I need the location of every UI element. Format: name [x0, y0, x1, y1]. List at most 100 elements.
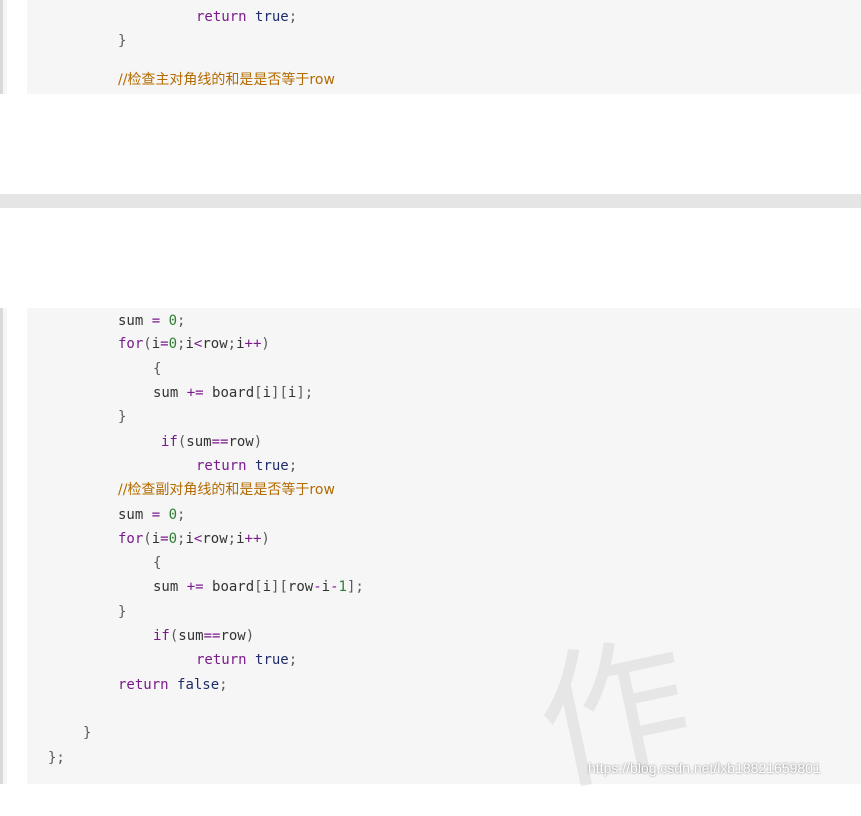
watermark-url: https://blog.csdn.net/lxb18821659801 [588, 760, 821, 776]
code-line: return true; [196, 5, 297, 29]
code-token: 0 [168, 531, 178, 547]
code-token: == [203, 628, 221, 644]
code-token: += [178, 385, 213, 401]
code-token: { [153, 555, 162, 571]
code-token: sum [153, 385, 179, 401]
code-token: ; [288, 9, 298, 25]
code-token: ; [288, 652, 298, 668]
code-token: ; [177, 313, 186, 329]
code-token: false [177, 677, 220, 693]
code-token: ) [261, 531, 270, 547]
code-token: { [153, 361, 162, 377]
code-line: return false; [118, 673, 228, 697]
code-line: { [153, 551, 161, 575]
code-token: ; [177, 507, 186, 523]
code-token: ; [227, 531, 237, 547]
code-token: 0 [168, 336, 178, 352]
code-line: for(i=0;i<row;i++) [118, 332, 270, 356]
code-token: ( [143, 336, 152, 352]
code-token: board [212, 579, 255, 595]
code-token: i [236, 336, 245, 352]
code-line: return true; [196, 454, 297, 478]
code-token: i [236, 531, 245, 547]
code-token: }; [48, 750, 65, 766]
code-token: true [255, 652, 289, 668]
code-line: }; [48, 746, 65, 770]
code-token: += [178, 579, 213, 595]
code-token: ( [143, 531, 152, 547]
code-token: 0 [168, 313, 178, 329]
code-token: return [118, 677, 169, 693]
code-token: ; [219, 677, 228, 693]
code-line: for(i=0;i<row;i++) [118, 527, 270, 551]
code-token: ++ [244, 531, 262, 547]
code-line: sum += board[i][row-i-1]; [153, 575, 364, 599]
code-line: } [118, 600, 126, 624]
code-token: row [202, 336, 228, 352]
code-token: - [313, 579, 322, 595]
code-line: sum = 0; [118, 309, 185, 333]
code-token: i [185, 531, 194, 547]
code-token: board [212, 385, 255, 401]
code-line: if(sum==row) [153, 624, 254, 648]
code-token: ) [245, 628, 255, 644]
code-token: sum [118, 313, 144, 329]
code-token: return [196, 9, 247, 25]
code-line: if(sum==row) [161, 430, 262, 454]
code-token: ; [227, 336, 237, 352]
code-line: //检查副对角线的和是是否等于row [118, 478, 335, 502]
code-token: } [83, 725, 92, 741]
code-token: } [118, 409, 127, 425]
code-token: return [196, 458, 247, 474]
code-token: true [255, 9, 289, 25]
code-token: true [255, 458, 289, 474]
code-token: row [287, 579, 314, 595]
code-token: return [196, 652, 247, 668]
code-line: sum += board[i][i]; [153, 381, 313, 405]
code-token: ++ [244, 336, 262, 352]
code-line: } [118, 29, 126, 53]
code-token: sum [178, 628, 204, 644]
code-line: //检查主对角线的和是是否等于row [118, 68, 335, 92]
code-line: return true; [196, 648, 297, 672]
code-token: i [321, 579, 331, 595]
code-token: == [211, 434, 229, 450]
code-token: sum [153, 579, 179, 595]
code-token: i [185, 336, 194, 352]
code-line: sum = 0; [118, 503, 185, 527]
code-token: if [153, 628, 170, 644]
code-line: } [118, 405, 126, 429]
code-token: for [118, 336, 144, 352]
code-token: ) [261, 336, 270, 352]
code-token: 1 [338, 579, 347, 595]
code-token: ][ [271, 579, 288, 595]
section-divider [0, 194, 861, 208]
code-token: 0 [168, 507, 178, 523]
code-token: i [262, 385, 272, 401]
code-token: } [118, 604, 127, 620]
code-token: - [330, 579, 339, 595]
code-token: sum [186, 434, 212, 450]
code-token: ][ [271, 385, 288, 401]
code-comment: //检查主对角线的和是是否等于row [118, 72, 335, 88]
code-token: row [202, 531, 228, 547]
code-line: { [153, 357, 161, 381]
code-token: = [143, 313, 169, 329]
code-line: } [83, 721, 91, 745]
code-token: for [118, 531, 144, 547]
code-token: i [151, 336, 161, 352]
code-token: [ [254, 385, 263, 401]
code-token: row [228, 434, 254, 450]
code-token: ]; [346, 579, 364, 595]
code-token: = [143, 507, 169, 523]
code-token: ) [253, 434, 263, 450]
code-token: } [118, 33, 127, 49]
code-token: ]; [296, 385, 314, 401]
code-token: [ [254, 579, 263, 595]
code-comment: //检查副对角线的和是是否等于row [118, 482, 335, 498]
code-token: = [160, 531, 169, 547]
